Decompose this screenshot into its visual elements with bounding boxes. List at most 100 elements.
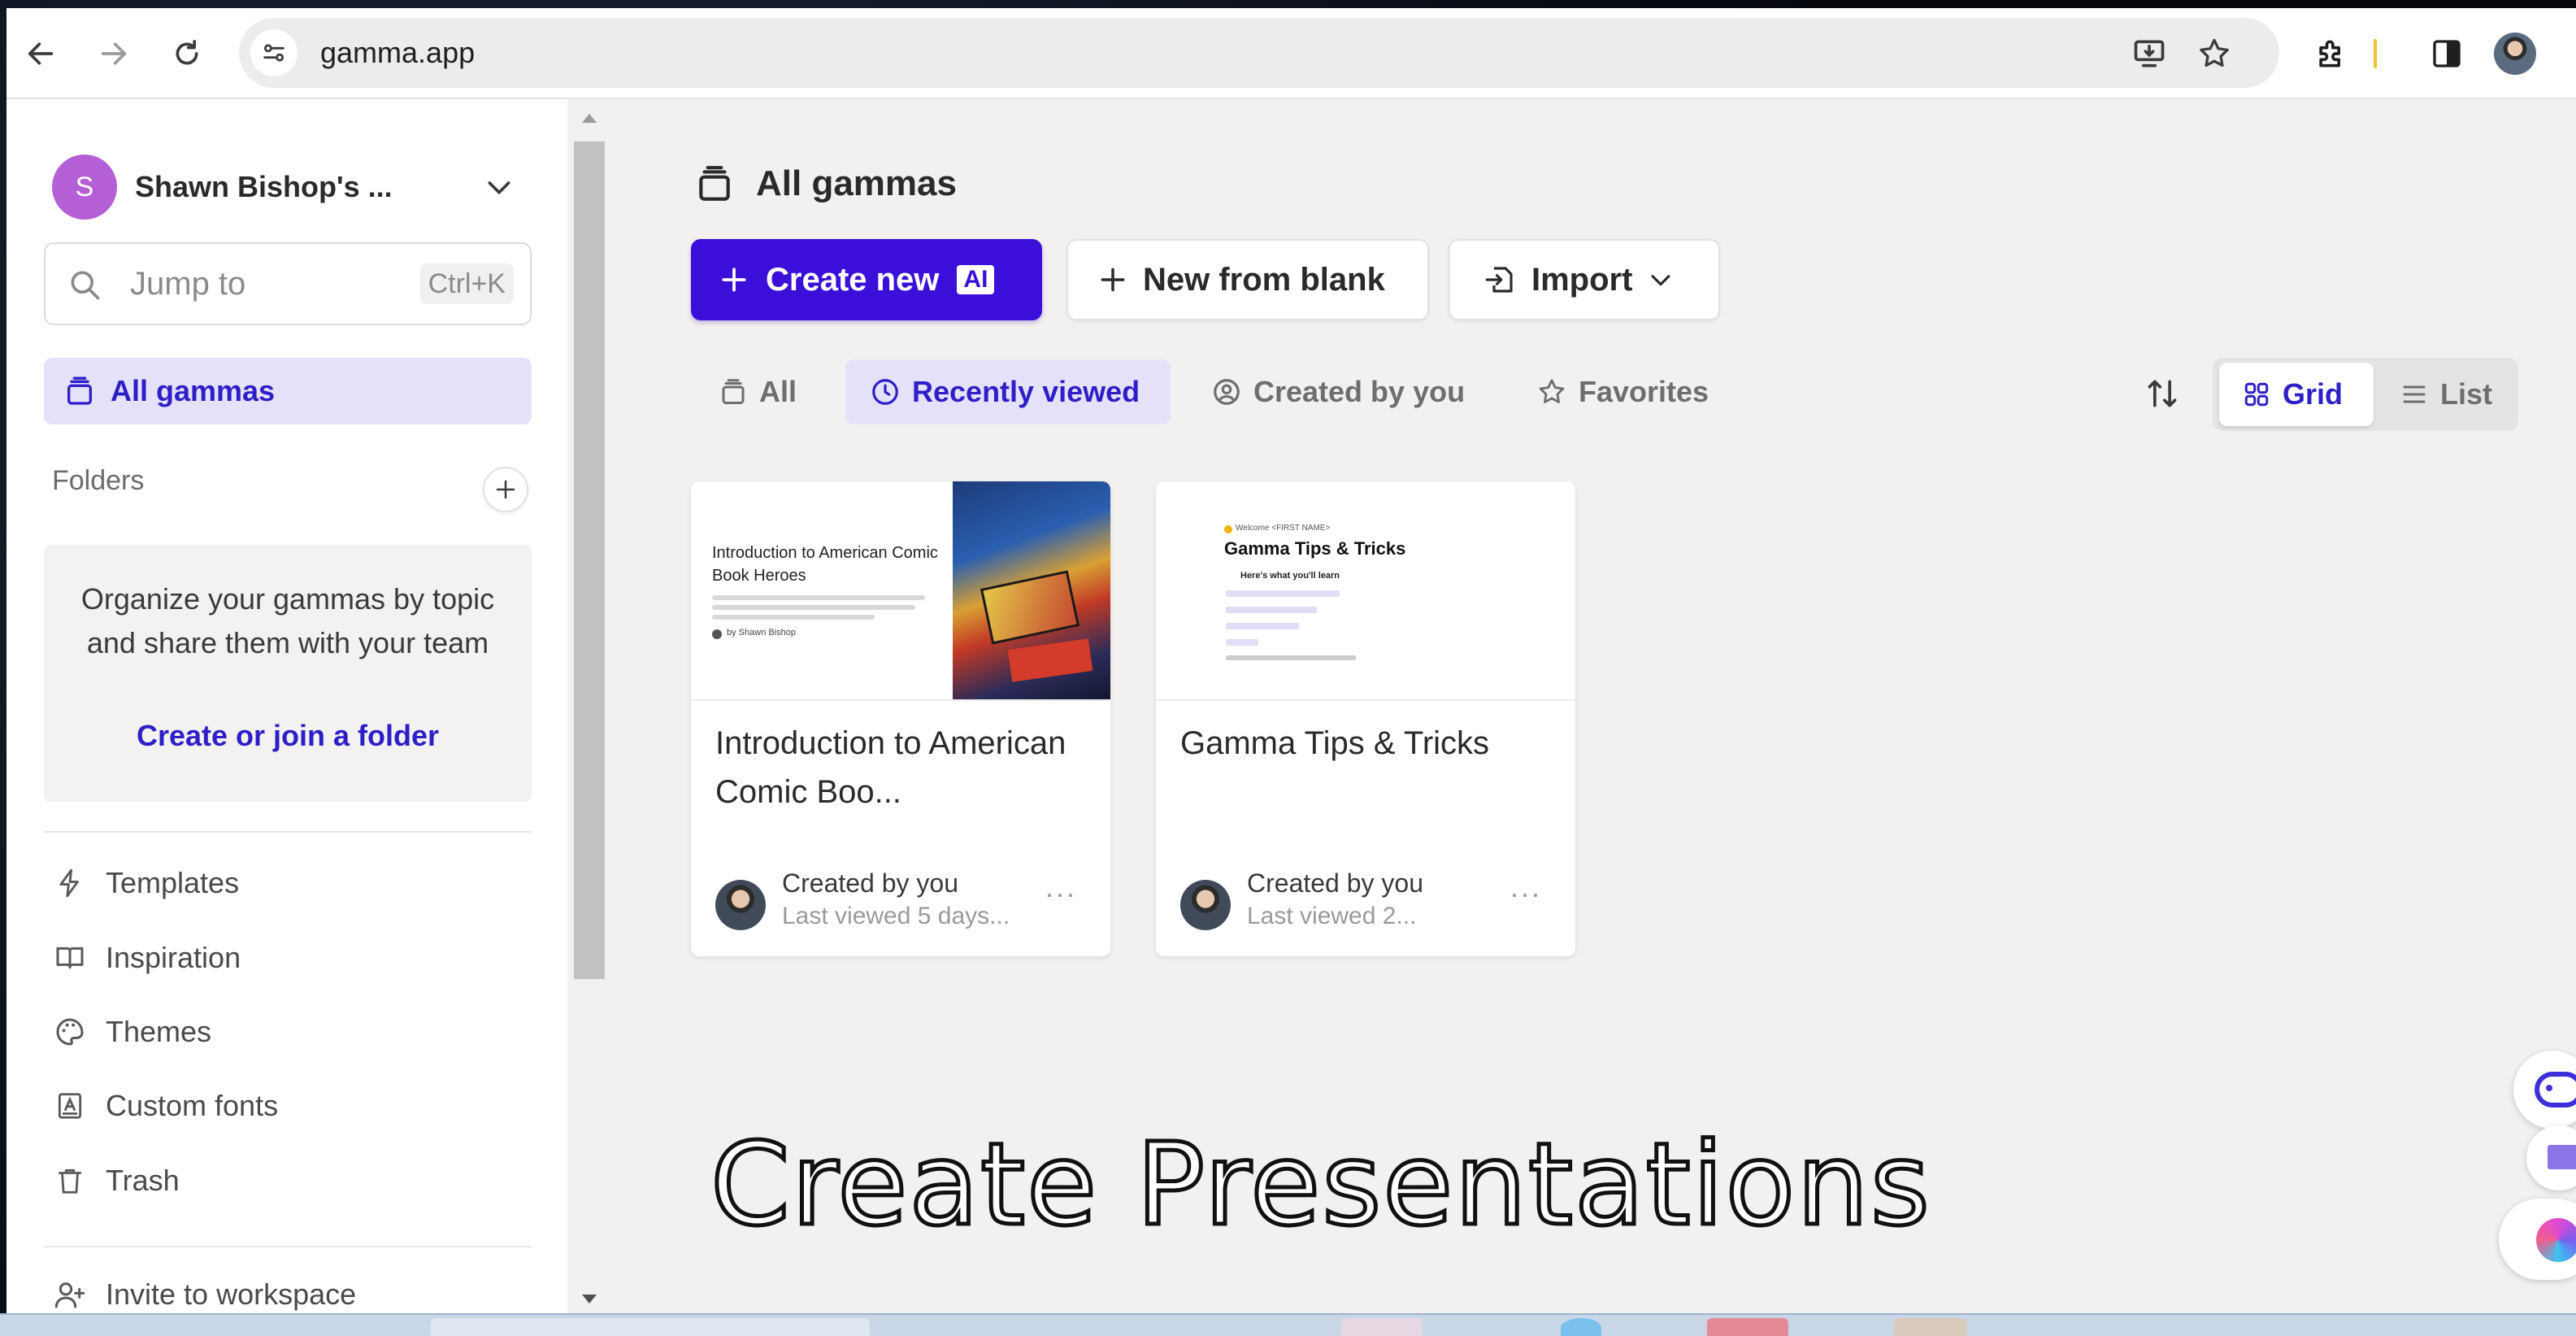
toolbar-separator bbox=[2374, 39, 2377, 68]
font-icon bbox=[52, 1090, 88, 1121]
sidebar-item-label: Inspiration bbox=[106, 941, 241, 974]
arrow-left-icon bbox=[28, 42, 54, 65]
presentation-caption: Create Presentations bbox=[709, 1117, 1932, 1254]
sidebar-scrollbar[interactable] bbox=[569, 99, 610, 1313]
scroll-up-arrow[interactable] bbox=[582, 114, 597, 123]
workspace-avatar: S bbox=[52, 154, 117, 220]
more-options-icon[interactable]: ··· bbox=[1510, 877, 1541, 911]
tab-recently-viewed[interactable]: Recently viewed bbox=[845, 359, 1171, 424]
reader-icon[interactable] bbox=[2526, 1125, 2576, 1190]
plus-icon bbox=[722, 268, 746, 292]
thumbnail-text-line bbox=[1226, 590, 1340, 597]
browser-profile-avatar[interactable] bbox=[2494, 33, 2536, 75]
page-header: All gammas bbox=[694, 158, 957, 210]
card-last-viewed: Last viewed 2... bbox=[1247, 903, 1417, 929]
chevron-down-icon bbox=[488, 181, 510, 194]
sidebar-item-custom-fonts[interactable]: Custom fonts bbox=[52, 1077, 532, 1135]
thumbnail-kicker: Welcome <FIRST NAME> bbox=[1236, 524, 1331, 533]
arrow-right-icon bbox=[101, 42, 127, 65]
chevron-down-icon bbox=[1651, 275, 1670, 286]
card-created-by: Created by you bbox=[782, 868, 959, 898]
scrollbar-thumb[interactable] bbox=[574, 141, 605, 979]
create-new-button[interactable]: Create new AI bbox=[691, 239, 1042, 320]
thumbnail-text-line bbox=[712, 615, 875, 620]
taskbar-app-icon[interactable] bbox=[1707, 1318, 1788, 1336]
puzzle-icon bbox=[2319, 40, 2340, 67]
reload-button[interactable] bbox=[164, 31, 210, 76]
thumbnail-title: Introduction to American Comic Book Hero… bbox=[712, 544, 938, 585]
avatar bbox=[715, 880, 766, 930]
ai-badge: AI bbox=[957, 265, 995, 294]
import-button[interactable]: Import bbox=[1449, 239, 1720, 320]
taskbar-app-icon[interactable] bbox=[1894, 1318, 1967, 1336]
star-icon bbox=[1539, 379, 1565, 403]
browser-toolbar: gamma.app bbox=[7, 8, 2576, 99]
extensions-button[interactable] bbox=[2309, 31, 2354, 76]
thumbnail-author: by Shawn Bishop bbox=[727, 628, 796, 638]
tab-all[interactable]: All bbox=[691, 359, 829, 424]
tab-label: Favorites bbox=[1579, 375, 1709, 408]
card-title: Introduction to American Comic Boo... bbox=[715, 725, 1066, 810]
comic-books-image bbox=[953, 481, 1110, 699]
list-view-button[interactable]: List bbox=[2380, 363, 2510, 426]
sidebar-item-themes[interactable]: Themes bbox=[52, 1003, 532, 1061]
address-bar[interactable]: gamma.app bbox=[239, 18, 2279, 88]
book-icon bbox=[52, 942, 88, 974]
side-panel-button[interactable] bbox=[2424, 31, 2470, 76]
forward-button[interactable] bbox=[91, 31, 137, 76]
card-thumbnail: Introduction to American Comic Book Hero… bbox=[691, 481, 1110, 701]
search-placeholder: Jump to bbox=[130, 266, 246, 302]
thumbnail-text-line bbox=[712, 605, 915, 610]
gamma-card[interactable]: Welcome <FIRST NAME> Gamma Tips & Tricks… bbox=[1156, 481, 1575, 956]
invite-to-workspace[interactable]: Invite to workspace bbox=[52, 1265, 532, 1313]
sidebar-item-label: Custom fonts bbox=[106, 1089, 279, 1122]
sidebar-item-all-gammas[interactable]: All gammas bbox=[44, 358, 532, 424]
folders-empty-text: Organize your gammas by topic and share … bbox=[80, 582, 495, 659]
url-text[interactable]: gamma.app bbox=[320, 18, 475, 88]
tab-favorites[interactable]: Favorites bbox=[1512, 359, 1723, 424]
workspace-switcher[interactable]: S Shawn Bishop's ... bbox=[52, 150, 515, 224]
grid-label: Grid bbox=[2283, 377, 2344, 411]
assistant-bot-icon[interactable] bbox=[2513, 1051, 2576, 1129]
lightning-icon bbox=[52, 868, 88, 899]
thumbnail-title: Gamma Tips & Tricks bbox=[1224, 538, 1406, 559]
browser-window: gamma.app S Shawn Bishop's ... Jump to C… bbox=[7, 8, 2576, 1313]
stack-icon bbox=[62, 375, 98, 407]
view-toggle: Grid List bbox=[2213, 358, 2518, 431]
sort-button[interactable] bbox=[2139, 371, 2185, 416]
create-new-label: Create new bbox=[766, 261, 940, 298]
site-info-icon[interactable] bbox=[250, 29, 298, 76]
sidebar-item-inspiration[interactable]: Inspiration bbox=[52, 929, 532, 987]
bookmark-star-icon[interactable] bbox=[2195, 34, 2234, 73]
grid-view-button[interactable]: Grid bbox=[2219, 363, 2374, 426]
create-folder-link[interactable]: Create or join a folder bbox=[44, 719, 532, 753]
tab-label: Recently viewed bbox=[912, 375, 1140, 408]
card-created-by: Created by you bbox=[1247, 868, 1424, 898]
gamma-card[interactable]: Introduction to American Comic Book Hero… bbox=[691, 481, 1110, 956]
brain-extension-icon[interactable] bbox=[2499, 1199, 2576, 1280]
sort-icon bbox=[2148, 380, 2177, 407]
sidebar-item-templates[interactable]: Templates bbox=[52, 854, 532, 912]
sidebar-item-label: Templates bbox=[106, 866, 240, 899]
back-button[interactable] bbox=[18, 31, 63, 76]
jump-to-search[interactable]: Jump to Ctrl+K bbox=[44, 242, 532, 325]
list-icon bbox=[2403, 385, 2426, 403]
taskbar-app-icon[interactable] bbox=[1561, 1318, 1601, 1336]
sidebar-item-trash[interactable]: Trash bbox=[52, 1151, 532, 1210]
card-last-viewed: Last viewed 5 days... bbox=[782, 903, 1010, 929]
scroll-down-arrow[interactable] bbox=[582, 1295, 597, 1303]
more-options-icon[interactable]: ··· bbox=[1045, 877, 1076, 911]
folders-header: Folders bbox=[52, 465, 145, 496]
tab-label: Created by you bbox=[1253, 375, 1466, 408]
os-taskbar bbox=[0, 1313, 2576, 1336]
taskbar-app-icon[interactable] bbox=[1341, 1318, 1423, 1336]
sidebar-divider bbox=[44, 831, 532, 833]
taskbar-search[interactable] bbox=[431, 1318, 870, 1336]
install-app-icon[interactable] bbox=[2130, 34, 2169, 73]
thumbnail-text-line bbox=[1226, 655, 1356, 660]
tab-created-by-you[interactable]: Created by you bbox=[1187, 359, 1496, 424]
plus-icon bbox=[1101, 268, 1125, 292]
add-folder-button[interactable] bbox=[483, 467, 528, 512]
page-title: All gammas bbox=[756, 163, 957, 203]
new-from-blank-button[interactable]: New from blank bbox=[1066, 239, 1429, 320]
